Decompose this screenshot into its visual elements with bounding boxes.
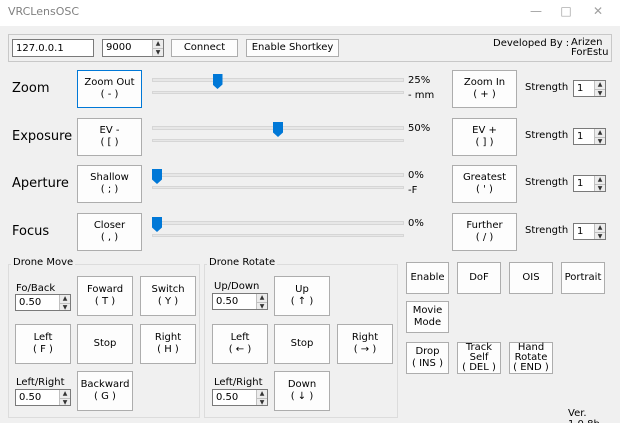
- aperture-value: 0%: [408, 170, 424, 181]
- aperture-strength-label: Strength: [525, 177, 569, 188]
- drone-backward-button[interactable]: Backward( G ): [77, 371, 133, 411]
- focus-decrease-button[interactable]: Closer( , ): [77, 213, 142, 251]
- zoom-label: Zoom: [12, 81, 50, 96]
- exposure-label: Exposure: [12, 129, 73, 144]
- zoom-increase-button[interactable]: Zoom In( + ): [452, 70, 517, 108]
- aperture-slider-track[interactable]: [152, 173, 404, 177]
- spin-up-icon[interactable]: ▲: [153, 40, 163, 48]
- minimize-icon[interactable]: —: [521, 0, 551, 22]
- focus-increase-button[interactable]: Further( / ): [452, 213, 517, 251]
- focus-label: Focus: [12, 224, 50, 239]
- drone-stop-button[interactable]: Stop: [77, 324, 133, 364]
- maximize-icon[interactable]: □: [551, 0, 581, 22]
- drone-switch-button[interactable]: Switch( Y ): [140, 276, 196, 316]
- zoom-slider-track-secondary: [152, 91, 404, 94]
- focus-slider-thumb[interactable]: [152, 217, 162, 232]
- zoom-value: 25%: [408, 75, 431, 86]
- focus-slider-track-secondary: [152, 234, 404, 237]
- exposure-decrease-button[interactable]: EV -( [ ): [77, 118, 142, 156]
- spin-down-icon[interactable]: ▼: [257, 301, 267, 310]
- port-spinbox[interactable]: 9000 ▲ ▼: [102, 39, 164, 57]
- portrait-button[interactable]: Portrait: [561, 262, 605, 294]
- focus-slider-track[interactable]: [152, 221, 404, 225]
- zoom-decrease-button[interactable]: Zoom Out( - ): [77, 70, 142, 108]
- exposure-strength-spinbox[interactable]: 1 ▲ ▼: [573, 128, 606, 145]
- spin-up-icon[interactable]: ▲: [595, 224, 605, 232]
- hand-rotate-button[interactable]: Hand Rotate( END ): [509, 342, 553, 374]
- aperture-decrease-button[interactable]: Shallow( ; ): [77, 165, 142, 203]
- spin-down-icon[interactable]: ▼: [60, 397, 70, 406]
- move-left-right-label: Left/Right: [16, 377, 65, 388]
- focus-strength-spinbox[interactable]: 1 ▲ ▼: [573, 223, 606, 240]
- spin-up-icon[interactable]: ▲: [595, 129, 605, 137]
- spin-up-icon[interactable]: ▲: [60, 295, 70, 303]
- spin-up-icon[interactable]: ▲: [257, 390, 267, 398]
- spin-up-icon[interactable]: ▲: [595, 176, 605, 184]
- developer-names: Arizen ForEstu: [571, 37, 609, 58]
- focus-value: 0%: [408, 218, 424, 229]
- aperture-label: Aperture: [12, 176, 69, 191]
- aperture-slider-track-secondary: [152, 186, 404, 189]
- exposure-slider-track-secondary: [152, 139, 404, 142]
- version-label: Ver. 1.0.8b: [568, 408, 600, 423]
- spin-down-icon[interactable]: ▼: [595, 136, 605, 145]
- window-title: VRCLensOSC: [8, 5, 80, 18]
- zoom-strength-label: Strength: [525, 82, 569, 93]
- drop-button[interactable]: Drop( INS ): [406, 342, 449, 374]
- rotate-down-button[interactable]: Down( ↓ ): [274, 371, 330, 411]
- spin-down-icon[interactable]: ▼: [60, 302, 70, 311]
- up-down-spinbox[interactable]: 0.50 ▲ ▼: [212, 293, 268, 310]
- spin-up-icon[interactable]: ▲: [595, 81, 605, 89]
- spin-up-icon[interactable]: ▲: [60, 390, 70, 398]
- rotate-left-right-spinbox[interactable]: 0.50 ▲ ▼: [212, 389, 268, 406]
- spin-down-icon[interactable]: ▼: [257, 397, 267, 406]
- drone-move-title: Drone Move: [11, 257, 76, 268]
- exposure-value: 50%: [408, 123, 431, 134]
- spin-up-icon[interactable]: ▲: [257, 294, 267, 302]
- exposure-strength-label: Strength: [525, 130, 569, 141]
- enable-button[interactable]: Enable: [406, 262, 449, 294]
- fo-back-label: Fo/Back: [16, 283, 56, 294]
- exposure-slider-thumb[interactable]: [273, 122, 283, 137]
- port-value: 9000: [106, 42, 132, 53]
- ois-button[interactable]: OIS: [509, 262, 553, 294]
- rotate-left-button[interactable]: Left( ← ): [212, 324, 268, 364]
- drone-forward-button[interactable]: Foward( T ): [77, 276, 133, 316]
- drone-rotate-title: Drone Rotate: [207, 257, 278, 268]
- aperture-slider-thumb[interactable]: [152, 169, 162, 184]
- spin-down-icon[interactable]: ▼: [595, 88, 605, 97]
- aperture-strength-spinbox[interactable]: 1 ▲ ▼: [573, 175, 606, 192]
- ip-input[interactable]: 127.0.0.1: [12, 39, 94, 57]
- close-icon[interactable]: ✕: [583, 0, 613, 22]
- track-self-button[interactable]: Track Self( DEL ): [457, 342, 501, 374]
- movie-mode-button[interactable]: Movie Mode: [406, 301, 449, 333]
- rotate-stop-button[interactable]: Stop: [274, 324, 330, 364]
- focus-strength-label: Strength: [525, 225, 569, 236]
- connect-button[interactable]: Connect: [171, 39, 238, 57]
- zoom-slider-thumb[interactable]: [212, 74, 223, 89]
- drone-left-button[interactable]: Left( F ): [15, 324, 71, 364]
- drone-right-button[interactable]: Right( H ): [140, 324, 196, 364]
- zoom-value-secondary: - mm: [408, 90, 435, 101]
- rotate-up-button[interactable]: Up( ↑ ): [274, 276, 330, 316]
- zoom-strength-spinbox[interactable]: 1 ▲ ▼: [573, 80, 606, 97]
- aperture-value-secondary: -F: [408, 185, 418, 196]
- spin-down-icon[interactable]: ▼: [153, 48, 163, 56]
- up-down-label: Up/Down: [214, 281, 260, 292]
- developer-label: Developed By :: [493, 38, 570, 49]
- spin-down-icon[interactable]: ▼: [595, 183, 605, 192]
- dof-button[interactable]: DoF: [457, 262, 501, 294]
- exposure-increase-button[interactable]: EV +( ] ): [452, 118, 517, 156]
- fo-back-spinbox[interactable]: 0.50 ▲ ▼: [15, 294, 71, 311]
- rotate-right-button[interactable]: Right( → ): [337, 324, 393, 364]
- rotate-left-right-label: Left/Right: [214, 377, 263, 388]
- zoom-slider-track[interactable]: [152, 78, 404, 82]
- enable-shortkey-button[interactable]: Enable Shortkey: [246, 39, 339, 57]
- aperture-increase-button[interactable]: Greatest( ' ): [452, 165, 517, 203]
- spin-down-icon[interactable]: ▼: [595, 231, 605, 240]
- move-left-right-spinbox[interactable]: 0.50 ▲ ▼: [15, 389, 71, 406]
